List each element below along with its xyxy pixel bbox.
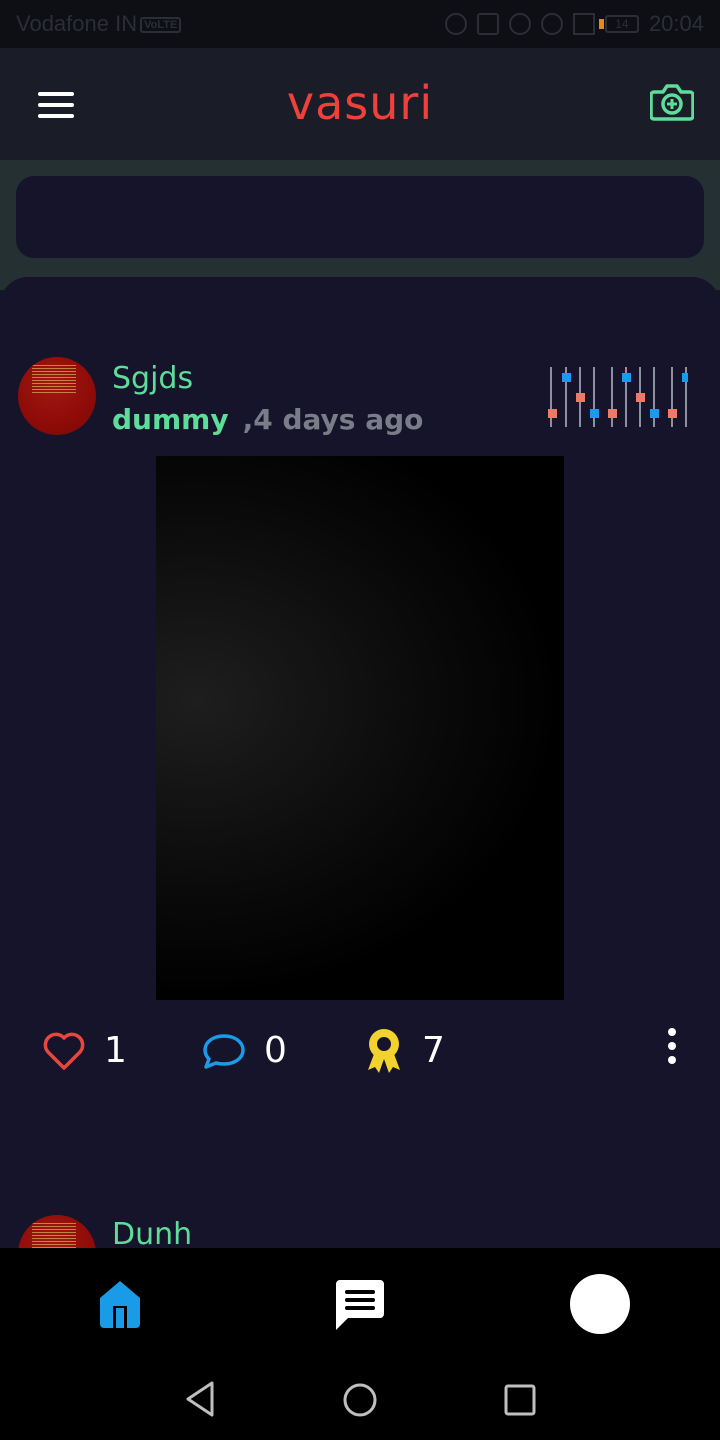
app-header: vasuri xyxy=(0,48,720,160)
post-handle[interactable]: dummy xyxy=(112,403,229,436)
eye-icon xyxy=(540,13,563,35)
system-navigation xyxy=(0,1360,720,1440)
carrier-name: Vodafone IN xyxy=(16,11,138,36)
vibrate-icon xyxy=(476,13,499,35)
back-icon[interactable] xyxy=(184,1380,216,1422)
award-count: 7 xyxy=(422,1029,445,1071)
comment-count: 0 xyxy=(264,1030,287,1071)
clock: 20:04 xyxy=(648,11,704,36)
post-username[interactable]: Dunh xyxy=(112,1217,192,1248)
award-ribbon-icon xyxy=(368,1029,400,1073)
profile-avatar[interactable] xyxy=(570,1274,630,1334)
chat-icon[interactable] xyxy=(334,1278,386,1336)
status-icons: 14 20:04 xyxy=(444,11,704,37)
signal-icon xyxy=(572,13,595,35)
home-icon[interactable] xyxy=(96,1278,144,1334)
bottom-navigation xyxy=(0,1248,720,1360)
app-title: vasuri xyxy=(286,76,434,130)
recents-icon[interactable] xyxy=(504,1384,536,1420)
carrier-label: Vodafone IN VoLTE xyxy=(16,11,182,37)
comment-icon xyxy=(203,1033,245,1069)
more-options-icon[interactable] xyxy=(664,1028,680,1068)
heart-icon xyxy=(43,1032,85,1070)
volte-badge: VoLTE xyxy=(140,17,182,34)
like-button[interactable]: 1 xyxy=(42,1030,127,1071)
status-bar: Vodafone IN VoLTE 14 20:04 xyxy=(0,0,720,48)
battery-level: 14 xyxy=(615,17,629,31)
post-image[interactable] xyxy=(156,456,564,1000)
battery-icon: 14 xyxy=(598,15,639,33)
post-subline: dummy ,4 days ago xyxy=(112,403,423,436)
post-actions: 1 0 7 xyxy=(0,1022,720,1074)
search-bar[interactable] xyxy=(16,176,704,258)
add-camera-icon[interactable] xyxy=(649,82,695,122)
hotspot-icon xyxy=(444,13,467,35)
post-time: ,4 days ago xyxy=(242,403,424,436)
equalizer-icon[interactable] xyxy=(548,367,690,429)
like-count: 1 xyxy=(104,1030,127,1071)
top-strip xyxy=(0,160,720,290)
avatar[interactable] xyxy=(18,1215,96,1248)
post-username[interactable]: Sgjds xyxy=(112,361,193,396)
feed: Sgjds dummy ,4 days ago 1 0 7 Dunh xyxy=(0,277,720,1248)
comment-button[interactable]: 0 xyxy=(202,1030,287,1071)
home-circle-icon[interactable] xyxy=(342,1382,378,1422)
avatar[interactable] xyxy=(18,357,96,435)
award-button[interactable]: 7 xyxy=(364,1026,445,1074)
alarm-icon xyxy=(508,13,531,35)
